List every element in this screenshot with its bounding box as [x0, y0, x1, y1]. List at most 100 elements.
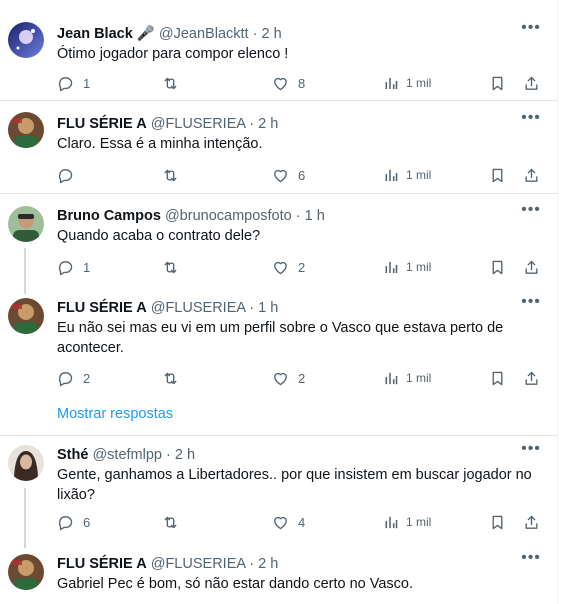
like-button[interactable]: 4	[272, 512, 305, 532]
retweet-button[interactable]	[162, 368, 188, 388]
tweet-header: FLU SÉRIE A @FLUSERIEA · 2 h	[57, 554, 278, 574]
avatar[interactable]	[8, 206, 44, 242]
reply-button[interactable]: 2	[57, 368, 90, 388]
like-count: 2	[298, 370, 306, 386]
divider	[0, 435, 558, 436]
like-button[interactable]: 2	[272, 257, 305, 277]
retweet-button[interactable]	[162, 73, 188, 93]
tweet-text: Gente, ganhamos a Libertadores.. por que…	[57, 467, 532, 503]
show-replies-link[interactable]: Mostrar respostas	[57, 406, 173, 422]
retweet-button[interactable]	[162, 512, 188, 532]
retweet-icon	[162, 167, 179, 184]
timestamp[interactable]: 2 h	[261, 26, 281, 42]
bookmark-button[interactable]	[489, 257, 506, 277]
reply-count: 1	[83, 75, 91, 91]
user-handle[interactable]: @JeanBlacktt	[159, 26, 249, 42]
divider	[0, 100, 558, 101]
retweet-button[interactable]	[162, 257, 188, 277]
share-button[interactable]	[523, 165, 540, 185]
share-button[interactable]	[523, 257, 540, 277]
separator: ·	[252, 26, 258, 42]
view-count: 1 mil	[406, 260, 432, 274]
reply-button[interactable]: 6	[57, 512, 90, 532]
bookmark-icon	[489, 370, 506, 387]
heart-icon	[272, 259, 289, 276]
separator: ·	[166, 447, 171, 463]
timestamp[interactable]: 2 h	[258, 116, 278, 132]
replies-feed: Jean Black 🎤 @JeanBlacktt · 2 h ••• Ótim…	[0, 0, 558, 604]
more-icon[interactable]: •••	[520, 202, 542, 222]
tweet-header: Sthé @stefmlpp · 2 h	[57, 445, 195, 465]
heart-icon	[272, 370, 289, 387]
views-button[interactable]: 1 mil	[382, 165, 431, 185]
views-icon	[382, 75, 399, 92]
views-button[interactable]: 1 mil	[382, 73, 431, 93]
separator: ·	[249, 556, 255, 572]
user-handle[interactable]: @FLUSERIEA	[151, 300, 246, 316]
separator: ·	[249, 116, 255, 132]
more-icon[interactable]: •••	[520, 441, 542, 461]
reply-button[interactable]	[57, 165, 83, 185]
share-icon	[523, 167, 540, 184]
bookmark-button[interactable]	[489, 73, 506, 93]
retweet-button[interactable]	[162, 165, 188, 185]
like-count: 6	[298, 167, 306, 183]
avatar[interactable]	[8, 22, 44, 58]
bookmark-icon	[489, 167, 506, 184]
like-button[interactable]: 8	[272, 73, 305, 93]
timestamp[interactable]: 1 h	[258, 300, 278, 316]
timestamp[interactable]: 2 h	[258, 556, 278, 572]
tweet-actions: 1 2 1 mil	[57, 257, 547, 277]
avatar[interactable]	[8, 112, 44, 148]
more-icon[interactable]: •••	[520, 20, 542, 40]
thread-line	[24, 248, 26, 294]
timestamp[interactable]: 1 h	[305, 208, 325, 224]
retweet-icon	[162, 75, 179, 92]
user-handle[interactable]: @stefmlpp	[92, 447, 162, 463]
bookmark-button[interactable]	[489, 368, 506, 388]
share-button[interactable]	[523, 512, 540, 532]
more-icon[interactable]: •••	[520, 110, 542, 130]
display-name[interactable]: Jean Black 🎤	[57, 26, 155, 42]
reply-button[interactable]: 1	[57, 257, 90, 277]
tweet-text: Eu não sei mas eu vi em um perfil sobre …	[57, 320, 504, 356]
user-handle[interactable]: @FLUSERIEA	[151, 556, 246, 572]
share-icon	[523, 259, 540, 276]
tweet-header: FLU SÉRIE A @FLUSERIEA · 1 h	[57, 298, 278, 318]
share-icon	[523, 75, 540, 92]
more-icon[interactable]: •••	[520, 550, 542, 570]
views-button[interactable]: 1 mil	[382, 512, 431, 532]
timestamp[interactable]: 2 h	[175, 447, 195, 463]
reply-button[interactable]: 1	[57, 73, 90, 93]
share-button[interactable]	[523, 73, 540, 93]
reply-icon	[57, 75, 74, 92]
reply-count: 1	[83, 259, 91, 275]
display-name[interactable]: FLU SÉRIE A	[57, 116, 147, 132]
view-count: 1 mil	[406, 168, 432, 182]
views-button[interactable]: 1 mil	[382, 368, 431, 388]
reply-icon	[57, 370, 74, 387]
more-icon[interactable]: •••	[520, 294, 542, 314]
views-icon	[382, 167, 399, 184]
like-button[interactable]: 2	[272, 368, 305, 388]
views-icon	[382, 370, 399, 387]
bookmark-button[interactable]	[489, 512, 506, 532]
display-name[interactable]: Sthé	[57, 447, 88, 463]
user-handle[interactable]: @FLUSERIEA	[151, 116, 246, 132]
views-icon	[382, 259, 399, 276]
view-count: 1 mil	[406, 76, 432, 90]
like-button[interactable]: 6	[272, 165, 305, 185]
user-handle[interactable]: @brunocamposfoto	[165, 208, 292, 224]
share-button[interactable]	[523, 368, 540, 388]
retweet-icon	[162, 370, 179, 387]
heart-icon	[272, 75, 289, 92]
display-name[interactable]: FLU SÉRIE A	[57, 300, 147, 316]
avatar[interactable]	[8, 298, 44, 334]
avatar[interactable]	[8, 554, 44, 590]
heart-icon	[272, 167, 289, 184]
avatar[interactable]	[8, 445, 44, 481]
display-name[interactable]: FLU SÉRIE A	[57, 556, 147, 572]
views-button[interactable]: 1 mil	[382, 257, 431, 277]
bookmark-button[interactable]	[489, 165, 506, 185]
display-name[interactable]: Bruno Campos	[57, 208, 161, 224]
